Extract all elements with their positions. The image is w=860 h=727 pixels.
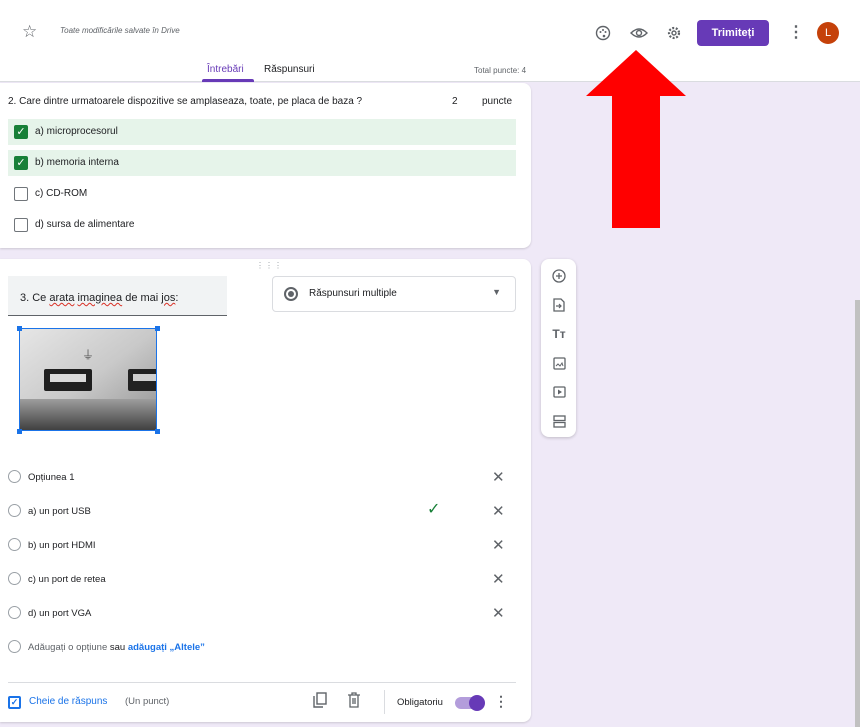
red-arrow-annotation — [586, 50, 686, 228]
add-other-link[interactable]: adăugați „Altele” — [128, 642, 205, 653]
add-image-icon[interactable] — [550, 354, 568, 372]
radio-button-icon[interactable] — [8, 538, 21, 551]
answer-key-button[interactable]: Cheie de răspuns — [29, 696, 107, 707]
more-vert-icon[interactable]: ⋮ — [788, 22, 804, 42]
add-title-icon[interactable]: Tт — [550, 325, 568, 343]
tab-questions[interactable]: Întrebări — [207, 64, 244, 75]
radio-button-icon[interactable] — [8, 504, 21, 517]
list-item[interactable]: a) un port USB — [8, 502, 308, 522]
save-status: Toate modificările salvate în Drive — [60, 26, 180, 35]
close-icon[interactable]: ✕ — [492, 468, 505, 486]
radio-button-icon — [8, 640, 21, 653]
option-label: c) CD-ROM — [35, 188, 88, 199]
or-label: sau — [109, 642, 126, 653]
question-title-field[interactable]: 3. Ce arata imaginea de mai jos: — [8, 276, 227, 316]
option-label: b) memoria interna — [35, 157, 119, 168]
list-item[interactable]: d) un port VGA — [8, 604, 308, 624]
option-label[interactable]: c) un port de retea — [28, 574, 106, 585]
list-item[interactable]: Opțiunea 1 — [8, 468, 308, 488]
active-tab-indicator — [202, 79, 254, 82]
checkbox-checked-icon[interactable]: ✓ — [14, 125, 28, 139]
list-item[interactable]: d) sursa de alimentare — [8, 212, 516, 238]
close-icon[interactable]: ✕ — [492, 536, 505, 554]
gear-icon[interactable] — [663, 22, 685, 44]
points-label: (Un punct) — [125, 696, 170, 707]
option-label: a) microprocesorul — [35, 126, 118, 137]
checkbox-checked-icon[interactable]: ✓ — [14, 156, 28, 170]
question-type-dropdown[interactable]: Răspunsuri multiple ▼ — [272, 276, 516, 312]
close-icon[interactable]: ✕ — [492, 502, 505, 520]
radio-button-icon[interactable] — [8, 572, 21, 585]
svg-text:⏚: ⏚ — [82, 348, 94, 362]
checkbox-icon[interactable] — [14, 218, 28, 232]
divider — [8, 682, 516, 683]
required-toggle[interactable] — [455, 695, 485, 711]
add-question-icon[interactable] — [550, 267, 568, 285]
tab-responses[interactable]: Răspunsuri — [264, 64, 315, 75]
list-item[interactable]: ✓ b) memoria interna — [8, 150, 516, 176]
add-option-row: Adăugați o opțiune sau adăugați „Altele” — [8, 638, 308, 658]
resize-handle[interactable] — [155, 326, 160, 331]
list-item[interactable]: c) un port de retea — [8, 570, 308, 590]
question-title: 2. Care dintre urmatoarele dispozitive s… — [8, 96, 363, 107]
radio-button-icon — [284, 287, 298, 301]
points-label: puncte — [482, 96, 513, 107]
resize-handle[interactable] — [17, 326, 22, 331]
total-points: Total puncte: 4 — [474, 66, 527, 75]
resize-handle[interactable] — [155, 429, 160, 434]
option-label[interactable]: Opțiunea 1 — [28, 472, 74, 483]
required-label: Obligatoriu — [397, 697, 443, 708]
radio-button-icon[interactable] — [8, 470, 21, 483]
floating-toolbar: Tт — [541, 259, 576, 437]
radio-button-icon[interactable] — [8, 606, 21, 619]
question-image[interactable]: ⏚ — [19, 328, 157, 431]
scrollbar[interactable] — [855, 300, 860, 727]
add-section-icon[interactable] — [550, 412, 568, 430]
chevron-down-icon: ▼ — [492, 287, 501, 297]
correct-answer-check-icon: ✓ — [427, 501, 441, 518]
close-icon[interactable]: ✕ — [492, 570, 505, 588]
resize-handle[interactable] — [17, 429, 22, 434]
star-icon[interactable]: ☆ — [22, 22, 37, 42]
drag-handle-icon[interactable]: ⋮⋮⋮ — [256, 261, 283, 270]
question-type-label: Răspunsuri multiple — [309, 288, 397, 299]
duplicate-icon[interactable] — [313, 692, 327, 713]
trash-icon[interactable] — [347, 692, 361, 713]
option-label[interactable]: a) un port USB — [28, 506, 91, 517]
checkbox-icon[interactable] — [14, 187, 28, 201]
add-option-link[interactable]: Adăugați o opțiune — [28, 642, 107, 653]
points-value: 2 — [452, 96, 458, 107]
answer-key-icon[interactable]: ✓ — [8, 696, 21, 709]
option-label: d) sursa de alimentare — [35, 219, 135, 230]
more-vert-icon[interactable]: ⋮ — [494, 693, 508, 710]
list-item[interactable]: b) un port HDMI — [8, 536, 308, 556]
eye-icon[interactable] — [628, 22, 650, 44]
list-item[interactable]: c) CD-ROM — [8, 181, 516, 207]
question-title: 3. Ce arata imaginea de mai jos: — [20, 292, 179, 304]
add-video-icon[interactable] — [550, 383, 568, 401]
close-icon[interactable]: ✕ — [492, 604, 505, 622]
import-questions-icon[interactable] — [550, 296, 568, 314]
avatar[interactable]: L — [817, 22, 839, 44]
option-label[interactable]: b) un port HDMI — [28, 540, 96, 551]
send-button[interactable]: Trimiteți — [697, 20, 769, 46]
top-bar: ☆ Toate modificările salvate în Drive Tr… — [0, 0, 860, 82]
divider — [384, 690, 385, 714]
option-label[interactable]: d) un port VGA — [28, 608, 91, 619]
palette-icon[interactable] — [592, 22, 614, 44]
list-item[interactable]: ✓ a) microprocesorul — [8, 119, 516, 145]
